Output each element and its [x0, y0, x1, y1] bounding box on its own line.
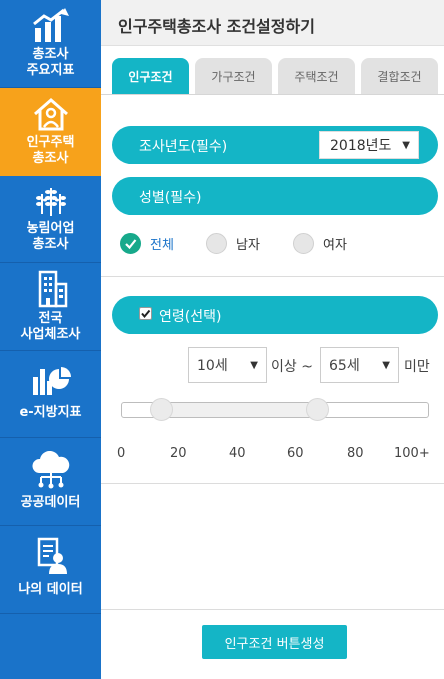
gender-bar: 성별(필수)	[112, 177, 438, 215]
gender-option-all[interactable]: 전체	[120, 233, 206, 254]
document-person-icon	[37, 537, 67, 574]
sidebar-item-key-indicators[interactable]: 총조사 주요지표	[0, 0, 101, 88]
sidebar-item-public-data[interactable]: 공공데이터	[0, 438, 101, 526]
house-person-icon	[33, 98, 68, 131]
age-scale-label: 0	[117, 446, 126, 461]
slider-range-fill	[161, 403, 318, 417]
sidebar-item-label: 나의 데이터	[18, 582, 83, 597]
sidebar-item-my-data[interactable]: 나의 데이터	[0, 526, 101, 614]
gender-label: 성별(필수)	[139, 190, 202, 206]
survey-year-label: 조사년도(필수)	[139, 139, 228, 155]
bar-chart-up-icon	[32, 8, 69, 42]
age-from-value: 10세	[197, 358, 228, 374]
tab-divider	[101, 94, 444, 95]
sidebar-item-label: 전국 사업체조사	[20, 311, 81, 342]
age-scale-label: 20	[170, 446, 187, 461]
age-scale: 0 20 40 60 80 100+	[101, 446, 444, 462]
tab-combined-conditions[interactable]: 결합조건	[361, 58, 438, 94]
sidebar-item-agriculture[interactable]: 농림어업 총조사	[0, 176, 101, 263]
bar-pie-chart-icon	[32, 367, 71, 395]
section-divider	[101, 276, 444, 277]
tab-population-conditions[interactable]: 인구조건	[112, 58, 189, 94]
caret-down-icon: ▼	[382, 360, 390, 371]
gender-option-male[interactable]: 남자	[206, 233, 293, 254]
sidebar-item-business-survey[interactable]: 전국 사업체조사	[0, 263, 101, 351]
sidebar-item-label: e-지방지표	[19, 405, 82, 420]
section-divider	[101, 483, 444, 484]
age-scale-label: 100+	[394, 446, 430, 461]
gender-option-female[interactable]: 여자	[293, 233, 347, 254]
age-label: 연령(선택)	[159, 309, 222, 325]
age-bar: 연령(선택)	[112, 296, 438, 334]
age-from-suffix: 이상 ~	[271, 359, 313, 375]
sidebar-item-label: 인구주택 총조사	[26, 135, 75, 166]
wheat-icon	[35, 188, 66, 216]
building-icon	[38, 270, 67, 308]
age-to-suffix: 미만	[404, 359, 430, 375]
sidebar-item-label: 농림어업 총조사	[26, 221, 75, 252]
condition-tabs: 인구조건 가구조건 주택조건 결합조건	[112, 58, 438, 94]
gender-options: 전체 남자 여자	[120, 233, 347, 254]
slider-max-handle[interactable]	[305, 398, 329, 421]
main-panel: 인구주택총조사 조건설정하기 인구조건 가구조건 주택조건 결합조건 조사년도(…	[101, 0, 444, 679]
age-scale-label: 60	[287, 446, 304, 461]
radio-unchecked-icon	[293, 233, 314, 254]
radio-unchecked-icon	[206, 233, 227, 254]
caret-down-icon: ▼	[402, 140, 410, 151]
sidebar: 총조사 주요지표 인구주택 총조사 농림어업 총조사 전국 사업체조사 e-지방…	[0, 0, 101, 679]
sidebar-item-label: 총조사 주요지표	[26, 47, 75, 78]
cloud-network-icon	[32, 451, 69, 489]
caret-down-icon: ▼	[250, 360, 258, 371]
gender-option-label: 남자	[236, 238, 260, 253]
tab-housing-conditions[interactable]: 주택조건	[278, 58, 355, 94]
age-from-select[interactable]: 10세 ▼	[188, 347, 267, 383]
sidebar-item-population-housing[interactable]: 인구주택 총조사	[0, 88, 101, 176]
section-divider	[101, 609, 444, 610]
slider-min-handle[interactable]	[150, 398, 174, 421]
age-range-slider[interactable]	[121, 398, 429, 421]
gender-option-label: 전체	[150, 238, 174, 253]
age-to-value: 65세	[329, 358, 360, 374]
sidebar-item-label: 공공데이터	[20, 495, 81, 510]
age-scale-label: 80	[347, 446, 364, 461]
tab-household-conditions[interactable]: 가구조건	[195, 58, 272, 94]
generate-population-button[interactable]: 인구조건 버튼생성	[202, 625, 347, 659]
survey-year-select[interactable]: 2018년도 ▼	[319, 131, 419, 159]
survey-year-bar: 조사년도(필수) 2018년도 ▼	[112, 126, 438, 164]
sidebar-item-e-local-indicators[interactable]: e-지방지표	[0, 351, 101, 438]
age-scale-label: 40	[229, 446, 246, 461]
survey-year-value: 2018년도	[330, 138, 392, 154]
age-to-select[interactable]: 65세 ▼	[320, 347, 399, 383]
header: 인구주택총조사 조건설정하기	[101, 0, 444, 46]
radio-checked-icon	[120, 233, 141, 254]
age-checkbox[interactable]	[139, 307, 152, 320]
gender-option-label: 여자	[323, 238, 347, 253]
page-title: 인구주택총조사 조건설정하기	[118, 17, 315, 36]
